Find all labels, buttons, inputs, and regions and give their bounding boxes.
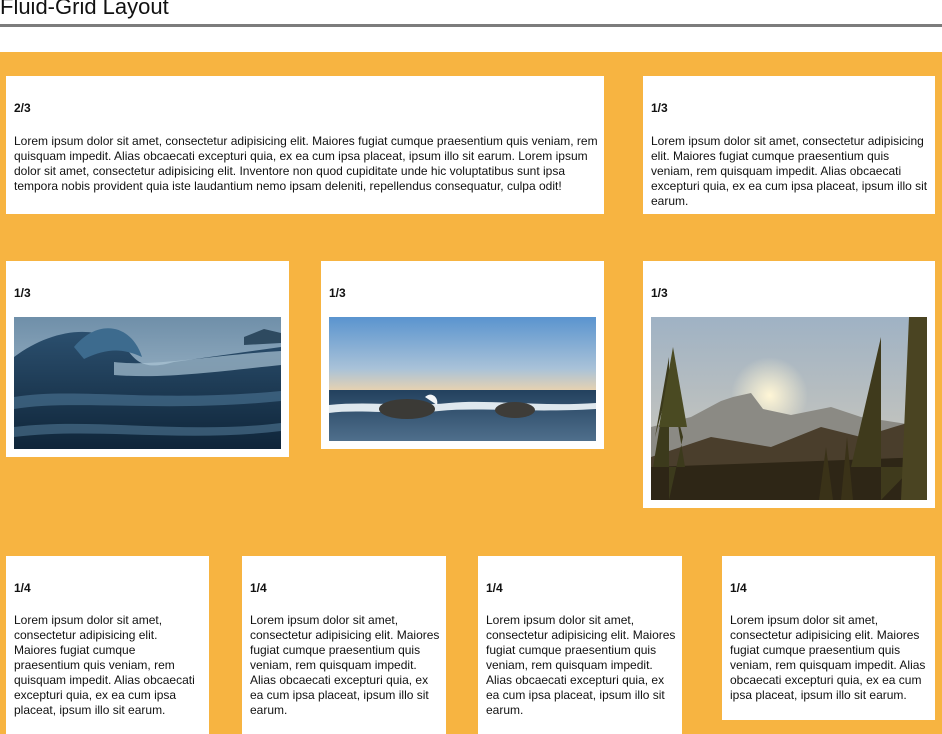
sea-rocks-sunset-photo bbox=[329, 317, 596, 441]
grid-card-two-thirds: 2/3 Lorem ipsum dolor sit amet, consecte… bbox=[6, 76, 604, 214]
card-label: 1/4 bbox=[486, 581, 503, 595]
ocean-wave-photo bbox=[14, 317, 281, 449]
grid-card-one-third: 1/3 bbox=[321, 261, 604, 449]
card-label: 1/4 bbox=[250, 581, 267, 595]
title-divider bbox=[0, 24, 942, 27]
grid-card-one-quarter: 1/4 Lorem ipsum dolor sit amet, consecte… bbox=[722, 556, 935, 720]
grid-card-one-third: 1/3 Lorem ipsum dolor sit amet, consecte… bbox=[643, 76, 935, 214]
card-text: Lorem ipsum dolor sit amet, consectetur … bbox=[730, 613, 926, 702]
card-label: 1/4 bbox=[730, 581, 747, 595]
grid-card-one-quarter: 1/4 Lorem ipsum dolor sit amet, consecte… bbox=[242, 556, 446, 734]
card-label: 2/3 bbox=[14, 101, 31, 115]
card-label: 1/3 bbox=[14, 286, 31, 300]
grid-card-one-quarter: 1/4 Lorem ipsum dolor sit amet, consecte… bbox=[6, 556, 209, 734]
grid-card-one-quarter: 1/4 Lorem ipsum dolor sit amet, consecte… bbox=[478, 556, 682, 734]
card-label: 1/3 bbox=[651, 286, 668, 300]
card-label: 1/4 bbox=[14, 581, 31, 595]
card-text: Lorem ipsum dolor sit amet, consectetur … bbox=[14, 613, 195, 717]
card-text: Lorem ipsum dolor sit amet, consectetur … bbox=[486, 613, 676, 717]
grid-card-one-third: 1/3 bbox=[643, 261, 935, 508]
card-text: Lorem ipsum dolor sit amet, consectetur … bbox=[651, 134, 928, 208]
page-title: Fluid-Grid Layout bbox=[0, 0, 169, 19]
card-text: Lorem ipsum dolor sit amet, consectetur … bbox=[250, 613, 440, 717]
card-label: 1/3 bbox=[651, 101, 668, 115]
fluid-grid: 2/3 Lorem ipsum dolor sit amet, consecte… bbox=[0, 52, 942, 734]
grid-card-one-third: 1/3 bbox=[6, 261, 289, 457]
card-label: 1/3 bbox=[329, 286, 346, 300]
mountain-forest-sunrise-photo bbox=[651, 317, 927, 500]
card-text: Lorem ipsum dolor sit amet, consectetur … bbox=[14, 134, 598, 193]
